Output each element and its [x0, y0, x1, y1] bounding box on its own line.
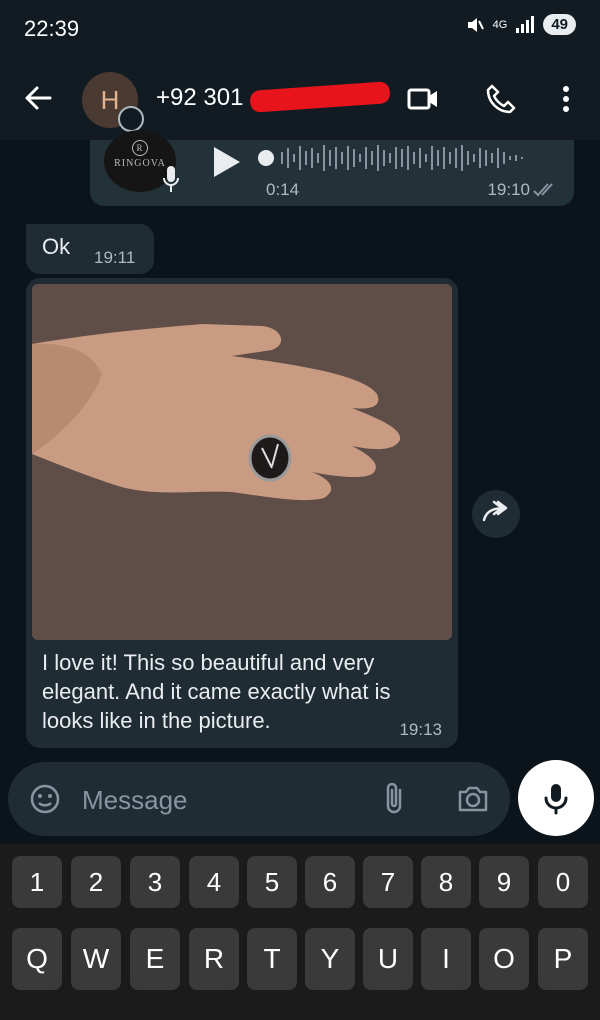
- brand-label: RINGOVA: [114, 158, 166, 169]
- network-label: 4G: [492, 18, 508, 31]
- key-3[interactable]: 3: [130, 856, 180, 908]
- mic-mini-icon: [163, 166, 179, 192]
- more-options-icon[interactable]: [556, 82, 576, 116]
- photo-illustration: [32, 284, 452, 640]
- avatar-letter: H: [100, 85, 120, 115]
- key-5[interactable]: 5: [247, 856, 297, 908]
- forward-icon: [482, 500, 508, 522]
- status-icons: 4G 49: [465, 14, 576, 35]
- mute-icon: [467, 17, 484, 32]
- ring-on-hand-photo[interactable]: [32, 284, 452, 640]
- message-input[interactable]: [80, 782, 314, 818]
- redaction-scribble: [249, 81, 391, 113]
- key-w[interactable]: W: [71, 928, 121, 990]
- contact-name[interactable]: +92 301: [156, 84, 243, 112]
- key-i[interactable]: I: [421, 928, 471, 990]
- incoming-message-bubble[interactable]: Ok 19:11: [26, 224, 154, 274]
- avatar[interactable]: H: [82, 72, 144, 132]
- message-time: 19:10: [487, 180, 530, 199]
- signal-icon: [516, 15, 535, 33]
- message-composer: [8, 762, 510, 836]
- disappearing-timer-icon: [118, 106, 144, 132]
- voice-duration: 0:14: [266, 180, 300, 199]
- key-2[interactable]: 2: [71, 856, 121, 908]
- key-r[interactable]: R: [189, 928, 239, 990]
- key-7[interactable]: 7: [363, 856, 413, 908]
- mic-icon: [544, 784, 568, 815]
- message-time: 19:11: [94, 248, 136, 267]
- key-9[interactable]: 9: [479, 856, 529, 908]
- key-y[interactable]: Y: [305, 928, 355, 990]
- chat-area[interactable]: R RINGOVA 0:14 19:10 Ok 19:11 I love it!…: [0, 130, 600, 840]
- attach-icon[interactable]: [380, 780, 410, 818]
- message-text: I love it! This so beautiful and very el…: [42, 650, 391, 733]
- camera-icon[interactable]: [456, 782, 490, 816]
- battery-level: 49: [543, 14, 576, 35]
- status-time: 22:39: [24, 16, 80, 41]
- forward-button[interactable]: [472, 490, 520, 538]
- key-u[interactable]: U: [363, 928, 413, 990]
- sticker-icon[interactable]: [28, 782, 62, 816]
- key-e[interactable]: E: [130, 928, 180, 990]
- key-t[interactable]: T: [247, 928, 297, 990]
- back-arrow-icon[interactable]: [22, 82, 54, 114]
- key-0[interactable]: 0: [538, 856, 588, 908]
- chat-header: H +92 301: [0, 56, 600, 140]
- video-call-icon[interactable]: [406, 82, 440, 116]
- message-text: Ok: [42, 234, 71, 259]
- key-6[interactable]: 6: [305, 856, 355, 908]
- play-icon[interactable]: [208, 144, 244, 180]
- brand-mark: R: [132, 140, 148, 156]
- key-1[interactable]: 1: [12, 856, 62, 908]
- key-8[interactable]: 8: [421, 856, 471, 908]
- key-o[interactable]: O: [479, 928, 529, 990]
- key-p[interactable]: P: [538, 928, 588, 990]
- message-time: 19:13: [399, 720, 442, 739]
- image-message-bubble[interactable]: I love it! This so beautiful and very el…: [26, 278, 458, 748]
- voice-message-bubble[interactable]: R RINGOVA 0:14 19:10: [90, 130, 574, 206]
- audio-waveform[interactable]: [258, 142, 548, 174]
- key-q[interactable]: Q: [12, 928, 62, 990]
- key-4[interactable]: 4: [189, 856, 239, 908]
- keyboard: 1 2 3 4 5 6 7 8 9 0 Q W E R T Y U I O P: [0, 844, 600, 1020]
- voice-record-button[interactable]: [518, 760, 594, 836]
- status-bar: 22:39 4G 49: [0, 0, 600, 56]
- delivered-ticks-icon: [533, 183, 553, 197]
- phone-call-icon[interactable]: [484, 82, 518, 116]
